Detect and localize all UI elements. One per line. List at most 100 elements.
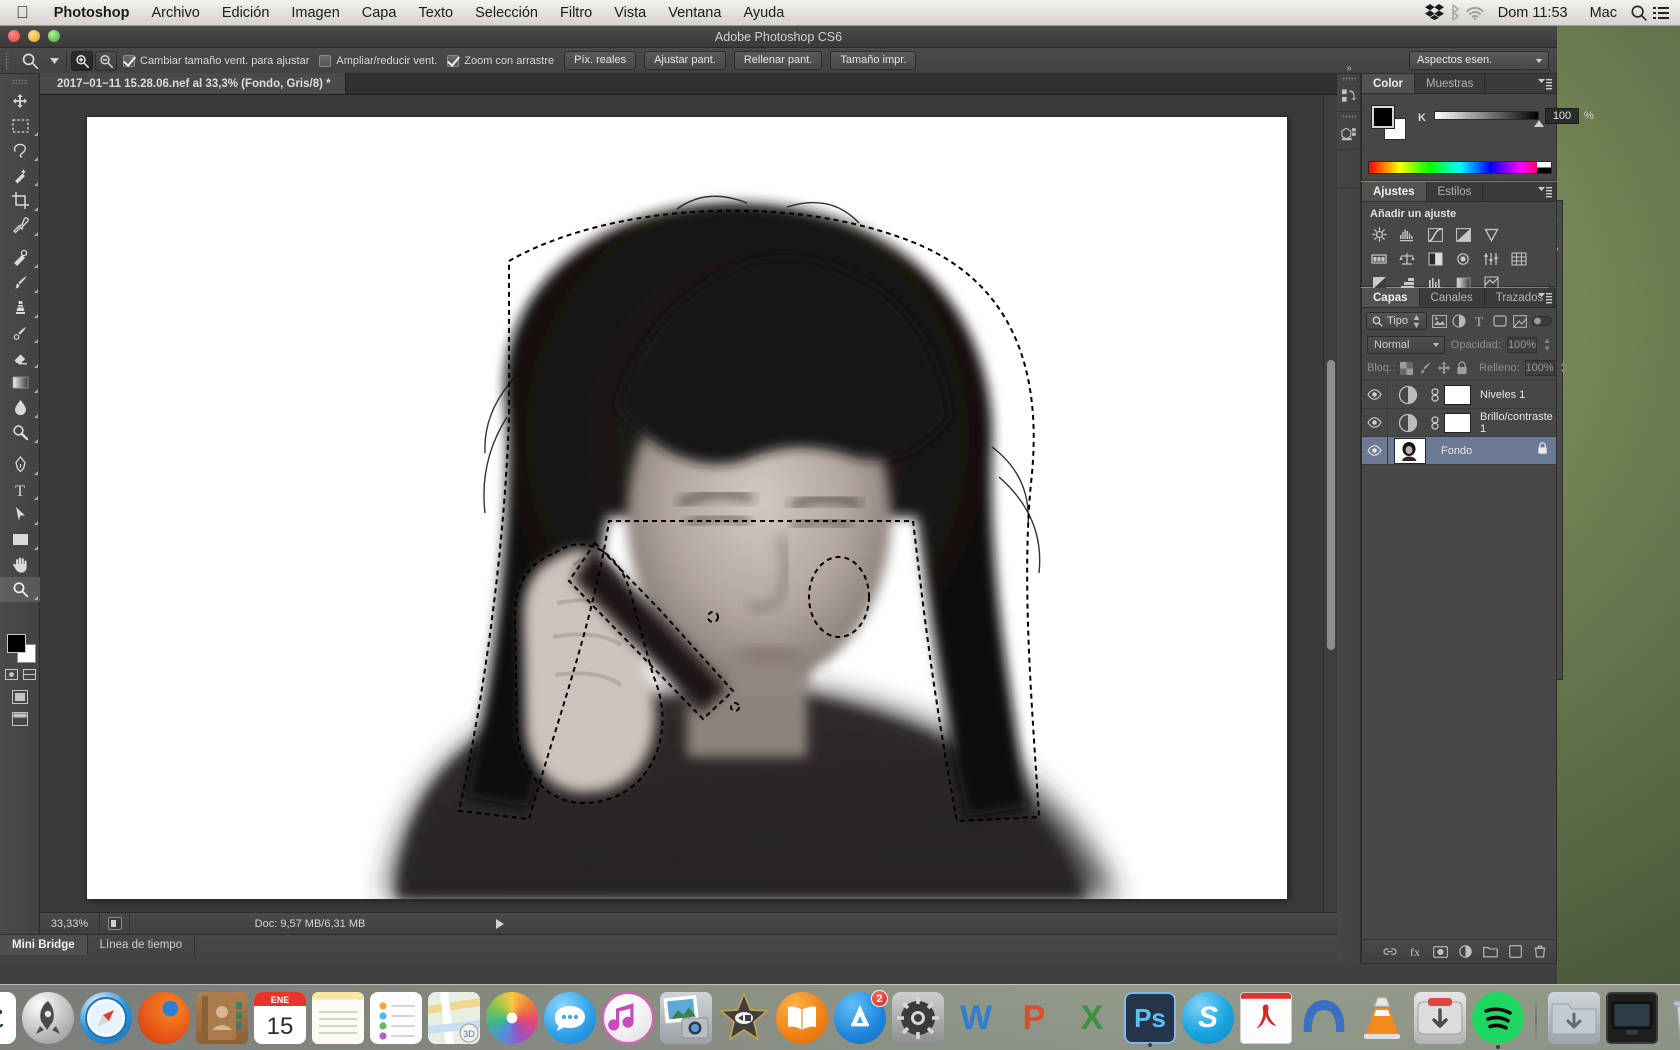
layer-thumbnail[interactable] xyxy=(1388,413,1428,433)
spotlight-search-icon[interactable] xyxy=(1630,4,1648,22)
history-brush-tool[interactable] xyxy=(0,320,40,345)
dock-item-downloads-folder[interactable] xyxy=(1548,992,1600,1044)
layer-name[interactable]: Fondo xyxy=(1432,445,1537,457)
dock-item-system-preferences[interactable] xyxy=(892,992,944,1044)
menu-vista[interactable]: Vista xyxy=(603,0,657,26)
layer-mask-icon[interactable] xyxy=(1432,944,1448,960)
gradient-tool[interactable] xyxy=(0,370,40,395)
dock-item-malwarebytes[interactable] xyxy=(1298,992,1350,1044)
dock-item-itunes[interactable] xyxy=(602,992,654,1044)
layer-style-icon[interactable]: fx xyxy=(1407,944,1423,960)
lock-image-icon[interactable] xyxy=(1418,360,1432,376)
dock-item-launchpad[interactable] xyxy=(22,992,74,1044)
layer-visibility-toggle[interactable] xyxy=(1362,436,1388,465)
dock-item-finder[interactable] xyxy=(0,992,16,1044)
zoom-tool[interactable] xyxy=(0,577,40,602)
image-canvas[interactable] xyxy=(87,117,1287,899)
levels-icon[interactable] xyxy=(1394,224,1420,245)
zoom-level-field[interactable]: 33,33% xyxy=(40,912,100,935)
checkbox-box[interactable] xyxy=(123,54,135,67)
menu-ventana[interactable]: Ventana xyxy=(657,0,732,26)
scrubby-zoom-checkbox[interactable]: Zoom con arrastre xyxy=(447,54,554,67)
k-slider-handle[interactable] xyxy=(1534,120,1544,127)
dock-item-spotify[interactable] xyxy=(1472,992,1524,1049)
filter-adjustment-icon[interactable] xyxy=(1451,312,1467,330)
k-channel-slider[interactable] xyxy=(1434,111,1539,120)
dock-item-word[interactable]: W xyxy=(950,992,1002,1044)
blur-tool[interactable] xyxy=(0,395,40,420)
layer-name[interactable]: Niveles 1 xyxy=(1471,389,1556,401)
zoom-out-icon[interactable] xyxy=(95,50,117,71)
wifi-icon[interactable] xyxy=(1465,5,1485,21)
layer-visibility-toggle[interactable] xyxy=(1362,380,1388,409)
color-foreground-swatch[interactable] xyxy=(1372,106,1394,128)
move-tool[interactable] xyxy=(0,88,40,113)
eyedropper-tool[interactable] xyxy=(0,213,40,238)
channel-mixer-icon[interactable] xyxy=(1478,248,1504,269)
canvas-workspace[interactable] xyxy=(40,95,1337,912)
tools-panel-grip[interactable] xyxy=(0,74,39,88)
dock-item-ibooks[interactable] xyxy=(776,992,828,1044)
zoom-in-icon[interactable] xyxy=(71,50,93,71)
dock-item-imovie[interactable] xyxy=(718,991,770,1044)
document-proxy-icon[interactable] xyxy=(100,912,130,935)
menu-imagen[interactable]: Imagen xyxy=(280,0,350,26)
dock-item-acrobat-reader[interactable] xyxy=(1240,992,1292,1044)
close-window-button[interactable] xyxy=(8,30,20,42)
filter-smart-icon[interactable] xyxy=(1512,312,1528,330)
collapse-panels-icon[interactable]: » xyxy=(1337,62,1361,74)
menu-ayuda[interactable]: Ayuda xyxy=(732,0,795,26)
tab-ajustes[interactable]: Ajustes xyxy=(1362,182,1427,201)
hand-tool[interactable] xyxy=(0,552,40,577)
filter-type-icon[interactable]: T xyxy=(1471,312,1487,330)
layer-link-icon[interactable] xyxy=(1428,415,1442,430)
brush-tool[interactable] xyxy=(0,270,40,295)
panel-menu-icon[interactable] xyxy=(1538,292,1552,304)
notification-center-icon[interactable] xyxy=(1652,5,1670,21)
dock-item-contacts[interactable] xyxy=(196,992,248,1044)
path-selection-tool[interactable] xyxy=(0,502,40,527)
apple-logo-icon[interactable]:  xyxy=(0,3,43,23)
delete-layer-icon[interactable] xyxy=(1532,944,1548,960)
zoom-tool-icon[interactable] xyxy=(14,49,46,73)
dock-item-skype[interactable]: S xyxy=(1182,992,1234,1044)
fill-stepper-icon[interactable]: ▲ ▼ xyxy=(1560,360,1568,376)
zoom-window-button[interactable] xyxy=(48,30,60,42)
screen-mode-standard-icon[interactable] xyxy=(8,686,32,708)
tab-mini-bridge[interactable]: Mini Bridge xyxy=(0,935,88,955)
fill-screen-button[interactable]: Rellenar pant. xyxy=(733,51,823,70)
new-group-icon[interactable] xyxy=(1482,944,1498,960)
dock-item-photoshop[interactable]: Ps xyxy=(1124,992,1176,1047)
new-adjustment-layer-icon[interactable] xyxy=(1457,944,1473,960)
pen-tool[interactable] xyxy=(0,452,40,477)
table-row[interactable]: Fondo xyxy=(1362,436,1556,465)
exposure-icon[interactable] xyxy=(1450,224,1476,245)
crop-tool[interactable] xyxy=(0,188,40,213)
tab-muestras[interactable]: Muestras xyxy=(1415,74,1486,93)
zoom-all-windows-checkbox[interactable]: Ampliar/reducir vent. xyxy=(319,54,437,67)
dock-item-photos[interactable] xyxy=(486,992,538,1044)
options-bar-grip[interactable] xyxy=(0,49,14,73)
spot-healing-tool[interactable] xyxy=(0,245,40,270)
dropbox-icon[interactable] xyxy=(1424,3,1445,22)
tab-color[interactable]: Color xyxy=(1362,74,1416,93)
menu-bar-clock[interactable]: Dom 11:53 xyxy=(1489,5,1577,21)
filter-shape-icon[interactable] xyxy=(1492,312,1508,330)
dodge-tool[interactable] xyxy=(0,420,40,445)
new-layer-icon[interactable] xyxy=(1507,944,1523,960)
vibrance-icon[interactable] xyxy=(1478,224,1504,245)
dock-item-app-store[interactable]: 2 xyxy=(834,990,888,1044)
dock-item-vlc[interactable] xyxy=(1356,992,1408,1044)
marquee-tool[interactable] xyxy=(0,113,40,138)
menu-edicion[interactable]: Edición xyxy=(211,0,281,26)
dock-item-iphoto[interactable] xyxy=(660,992,712,1044)
layer-mask-thumbnail[interactable] xyxy=(1444,384,1471,405)
dock-item-reminders[interactable] xyxy=(370,992,422,1044)
dock-item-screen-sharing[interactable] xyxy=(1606,992,1658,1044)
tab-estilos[interactable]: Estilos xyxy=(1427,182,1484,201)
document-tab[interactable]: close-icon 2017−01−11 15.28.06.nef al 33… xyxy=(40,73,346,94)
resize-windows-to-fit-checkbox[interactable]: Cambiar tamaño vent. para ajustar xyxy=(123,54,309,67)
tab-canales[interactable]: Canales xyxy=(1420,288,1485,307)
dock-item-powerpoint[interactable]: P xyxy=(1008,992,1060,1044)
dock-item-excel[interactable]: X xyxy=(1066,992,1118,1044)
